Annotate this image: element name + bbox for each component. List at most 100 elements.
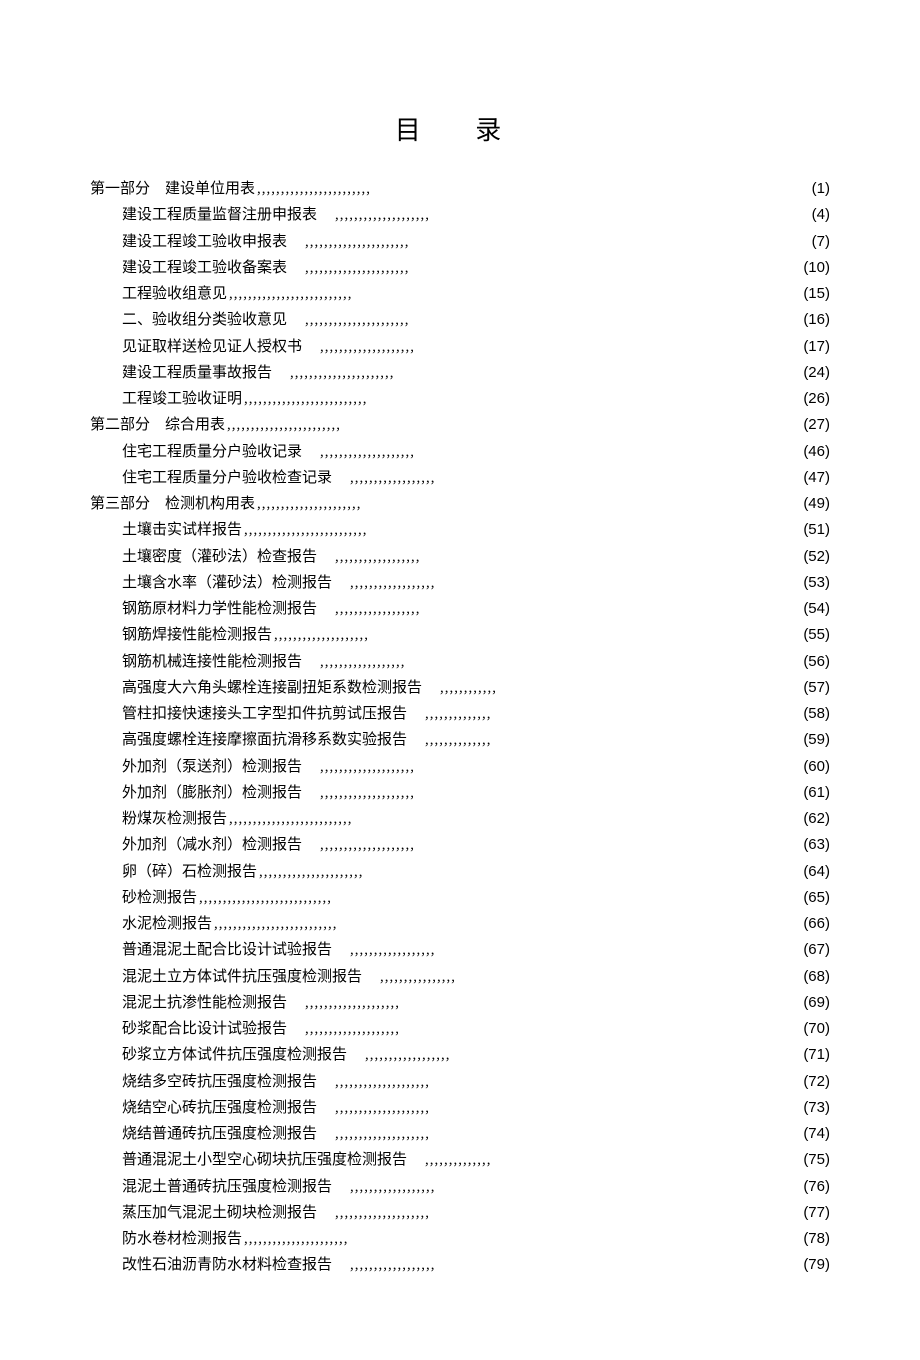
toc-entry: 第二部分 综合用表,,,,,,,,,,,,,,,,,,,,,,,, (27)	[90, 413, 830, 437]
toc-entry-page: (67)	[793, 938, 830, 961]
toc-entry: 改性石油沥青防水材料检查报告 ,,,,,,,,,,,,,,,,,,(79)	[90, 1253, 830, 1277]
toc-entry-dots: ,,,,,,,,,,,,,,,,,,,,,,,,,,	[229, 286, 353, 302]
toc-entry-label: 混泥土普通砖抗压强度检测报告	[122, 1179, 332, 1195]
toc-entry-dots: ,,,,,,,,,,,,,,,,,,,,,,,,,,	[244, 522, 368, 538]
toc-entry-label: 烧结普通砖抗压强度检测报告	[122, 1126, 317, 1142]
toc-entry-label: 二、验收组分类验收意见	[122, 312, 287, 328]
toc-entry-text: 二、验收组分类验收意见 ,,,,,,,,,,,,,,,,,,,,,,	[90, 309, 410, 332]
toc-entry-dots: ,,,,,,,,,,,,,,,,,,,,	[304, 444, 415, 460]
toc-entry-text: 建设工程竣工验收申报表 ,,,,,,,,,,,,,,,,,,,,,,	[90, 231, 410, 254]
toc-entry-label: 工程竣工验收证明	[122, 391, 242, 407]
toc-entry-label: 工程验收组意见	[122, 286, 227, 302]
toc-entry-label: 烧结多空砖抗压强度检测报告	[122, 1074, 317, 1090]
page-title: 目 录	[90, 110, 830, 147]
toc-entry-label: 改性石油沥青防水材料检查报告	[122, 1257, 332, 1273]
toc-entry: 土壤击实试样报告,,,,,,,,,,,,,,,,,,,,,,,,,,(51)	[90, 518, 830, 542]
toc-entry-label: 水泥检测报告	[122, 916, 212, 932]
toc-entry-dots: ,,,,,,,,,,,,,,,,,,,,	[289, 995, 400, 1011]
toc-entry-page: (27)	[793, 413, 830, 436]
toc-entry-label: 外加剂（膨胀剂）检测报告	[122, 785, 302, 801]
toc-entry-text: 建设工程质量事故报告 ,,,,,,,,,,,,,,,,,,,,,,	[90, 362, 395, 385]
toc-entry-dots: ,,,,,,,,,,,,,,,,,,,,	[319, 1126, 430, 1142]
toc-entry-page: (53)	[793, 571, 830, 594]
toc-entry-text: 工程验收组意见,,,,,,,,,,,,,,,,,,,,,,,,,,	[90, 283, 353, 306]
toc-entry: 管柱扣接快速接头工字型扣件抗剪试压报告 ,,,,,,,,,,,,,,(58)	[90, 702, 830, 726]
toc-entry-text: 建设工程质量监督注册申报表 ,,,,,,,,,,,,,,,,,,,,	[90, 204, 430, 227]
toc-entry-label: 建设工程质量监督注册申报表	[122, 207, 317, 223]
toc-entry-dots: ,,,,,,,,,,,,,,	[409, 706, 492, 722]
toc-entry-dots: ,,,,,,,,,,,,,,,,,,,,,,	[289, 234, 410, 250]
toc-entry-text: 烧结普通砖抗压强度检测报告 ,,,,,,,,,,,,,,,,,,,,	[90, 1123, 430, 1146]
table-of-contents: 第一部分 建设单位用表,,,,,,,,,,,,,,,,,,,,,,,,(1)建设…	[90, 177, 830, 1278]
toc-entry-page: (75)	[793, 1148, 830, 1171]
toc-entry-label: 卵（碎）石检测报告	[122, 864, 257, 880]
toc-entry-label: 土壤击实试样报告	[122, 522, 242, 538]
toc-entry: 建设工程竣工验收备案表 ,,,,,,,,,,,,,,,,,,,,,, (10)	[90, 256, 830, 280]
toc-entry-page: (54)	[793, 597, 830, 620]
toc-entry-page: (62)	[793, 807, 830, 830]
toc-entry: 蒸压加气混泥土砌块检测报告 ,,,,,,,,,,,,,,,,,,,,(77)	[90, 1201, 830, 1225]
toc-entry-dots: ,,,,,,,,,,,,,,,,,,	[334, 942, 436, 958]
toc-entry-dots: ,,,,,,,,,,,,,,,,,,	[304, 654, 406, 670]
toc-entry-label: 建设工程竣工验收备案表	[122, 260, 287, 276]
toc-entry-text: 烧结空心砖抗压强度检测报告 ,,,,,,,,,,,,,,,,,,,,	[90, 1097, 430, 1120]
toc-entry-page: (10)	[793, 256, 830, 279]
toc-entry-label: 高强度螺栓连接摩擦面抗滑移系数实验报告	[122, 732, 407, 748]
toc-entry-page: (66)	[793, 912, 830, 935]
toc-entry-text: 改性石油沥青防水材料检查报告 ,,,,,,,,,,,,,,,,,,	[90, 1254, 436, 1277]
toc-entry-page: (74)	[793, 1122, 830, 1145]
toc-entry-page: (47)	[793, 466, 830, 489]
toc-entry-dots: ,,,,,,,,,,,,,,,,,,,,,,	[289, 312, 410, 328]
toc-entry-text: 防水卷材检测报告,,,,,,,,,,,,,,,,,,,,,,	[90, 1228, 349, 1251]
toc-entry-page: (68)	[793, 965, 830, 988]
toc-entry-dots: ,,,,,,,,,,,,,,,,,,,,,,	[289, 260, 410, 276]
toc-entry-label: 第二部分 综合用表	[90, 417, 225, 433]
toc-entry-page: (61)	[793, 781, 830, 804]
toc-entry-label: 普通混泥土小型空心砌块抗压强度检测报告	[122, 1152, 407, 1168]
toc-entry-dots: ,,,,,,,,,,,,,,,,,,	[334, 1257, 436, 1273]
toc-entry-page: (64)	[793, 860, 830, 883]
toc-entry: 普通混泥土小型空心砌块抗压强度检测报告 ,,,,,,,,,,,,,, (75)	[90, 1148, 830, 1172]
toc-entry-label: 住宅工程质量分户验收记录	[122, 444, 302, 460]
toc-entry-dots: ,,,,,,,,,,,,,,,,,,,,	[304, 759, 415, 775]
toc-entry-text: 混泥土抗渗性能检测报告 ,,,,,,,,,,,,,,,,,,,,	[90, 992, 400, 1015]
toc-entry-dots: ,,,,,,,,,,,,,,	[409, 1152, 492, 1168]
toc-entry-page: (7)	[802, 230, 830, 253]
toc-entry: 水泥检测报告,,,,,,,,,,,,,,,,,,,,,,,,,,(66)	[90, 912, 830, 936]
toc-entry-dots: ,,,,,,,,,,,,,,,,,,,,,,,,	[227, 417, 341, 433]
toc-entry-dots: ,,,,,,,,,,,,,,,,,,,,,,,,	[257, 181, 371, 197]
toc-entry-text: 钢筋焊接性能检测报告,,,,,,,,,,,,,,,,,,,,	[90, 624, 369, 647]
toc-entry-page: (73)	[793, 1096, 830, 1119]
toc-entry-dots: ,,,,,,,,,,,,,,,,,,,,,,	[244, 1231, 349, 1247]
toc-entry-text: 普通混泥土小型空心砌块抗压强度检测报告 ,,,,,,,,,,,,,,	[90, 1149, 492, 1172]
toc-entry-text: 高强度大六角头螺栓连接副扭矩系数检测报告 ,,,,,,,,,,,,	[90, 677, 497, 700]
toc-entry: 砂检测报告,,,,,,,,,,,,,,,,,,,,,,,,,,,,(65)	[90, 886, 830, 910]
toc-entry-page: (72)	[793, 1070, 830, 1093]
toc-entry-page: (15)	[793, 282, 830, 305]
toc-entry-page: (69)	[793, 991, 830, 1014]
toc-entry-text: 管柱扣接快速接头工字型扣件抗剪试压报告 ,,,,,,,,,,,,,,	[90, 703, 492, 726]
toc-entry-page: (49)	[793, 492, 830, 515]
toc-entry-label: 外加剂（减水剂）检测报告	[122, 837, 302, 853]
toc-entry-label: 钢筋机械连接性能检测报告	[122, 654, 302, 670]
toc-entry-label: 管柱扣接快速接头工字型扣件抗剪试压报告	[122, 706, 407, 722]
toc-entry-page: (65)	[793, 886, 830, 909]
toc-entry-dots: ,,,,,,,,,,,,,,,,,,,,	[304, 339, 415, 355]
toc-entry: 烧结普通砖抗压强度检测报告 ,,,,,,,,,,,,,,,,,,,, (74)	[90, 1122, 830, 1146]
toc-entry-dots: ,,,,,,,,,,,,,,,,,,,,	[304, 785, 415, 801]
toc-entry-dots: ,,,,,,,,,,,,,,,,,,,,,,,,,,	[229, 811, 353, 827]
toc-entry: 住宅工程质量分户验收记录 ,,,,,,,,,,,,,,,,,,,, (46)	[90, 440, 830, 464]
toc-entry: 钢筋原材料力学性能检测报告 ,,,,,,,,,,,,,,,,,,(54)	[90, 597, 830, 621]
toc-entry-text: 烧结多空砖抗压强度检测报告 ,,,,,,,,,,,,,,,,,,,,	[90, 1071, 430, 1094]
toc-entry: 见证取样送检见证人授权书 ,,,,,,,,,,,,,,,,,,,,(17)	[90, 335, 830, 359]
toc-entry-label: 第一部分 建设单位用表	[90, 181, 255, 197]
toc-entry-page: (26)	[793, 387, 830, 410]
toc-entry-dots: ,,,,,,,,,,,,,,,,,,	[334, 470, 436, 486]
toc-entry-dots: ,,,,,,,,,,,,	[424, 680, 497, 696]
toc-entry-page: (60)	[793, 755, 830, 778]
toc-entry-label: 普通混泥土配合比设计试验报告	[122, 942, 332, 958]
toc-entry-text: 住宅工程质量分户验收记录 ,,,,,,,,,,,,,,,,,,,,	[90, 441, 415, 464]
toc-entry-text: 外加剂（膨胀剂）检测报告 ,,,,,,,,,,,,,,,,,,,,	[90, 782, 415, 805]
toc-entry-page: (46)	[793, 440, 830, 463]
toc-entry: 外加剂（泵送剂）检测报告 ,,,,,,,,,,,,,,,,,,,,(60)	[90, 755, 830, 779]
